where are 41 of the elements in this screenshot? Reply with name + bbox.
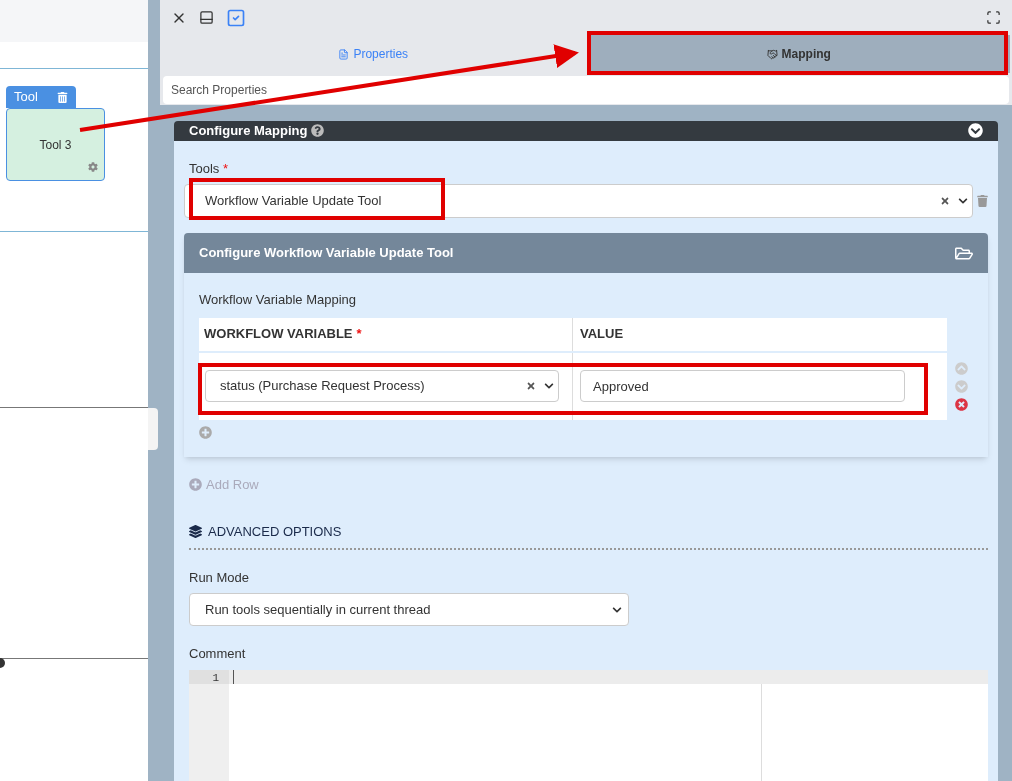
- resize-handle[interactable]: [148, 408, 158, 450]
- layers-icon: [189, 525, 202, 539]
- clear-icon[interactable]: [940, 196, 950, 206]
- section-title: Configure Mapping: [189, 122, 308, 140]
- caret-icon[interactable]: [544, 381, 554, 391]
- delete-icon[interactable]: [955, 397, 968, 411]
- select-value: Run tools sequentially in current thread: [205, 600, 432, 619]
- help-icon[interactable]: [311, 124, 325, 138]
- panel-title: Configure Workflow Variable Update Tool: [199, 244, 455, 263]
- chevron-down-icon[interactable]: [968, 123, 983, 139]
- column-header: WORKFLOW VARIABLE *: [199, 317, 573, 351]
- trash-icon[interactable]: [57, 91, 68, 103]
- table-label: Workflow Variable Mapping: [199, 291, 358, 309]
- field-label: Tools *: [189, 159, 230, 178]
- search-field[interactable]: Search Properties: [163, 76, 1009, 104]
- handshake-icon: [766, 48, 778, 60]
- field-label: Run Mode: [189, 568, 250, 587]
- column-header: VALUE: [579, 325, 625, 344]
- select-value: status (Purchase Request Process): [220, 377, 426, 396]
- caret-icon[interactable]: [958, 196, 968, 206]
- run-mode-select[interactable]: Run tools sequentially in current thread: [189, 593, 629, 626]
- panel-header[interactable]: Configure Workflow Variable Update Tool: [184, 233, 988, 273]
- gear-icon[interactable]: [88, 162, 98, 172]
- caret-icon[interactable]: [612, 604, 622, 615]
- fullscreen-icon[interactable]: [986, 10, 1001, 25]
- node-type-label: Tool: [14, 88, 38, 107]
- add-icon: [189, 477, 202, 491]
- section-header[interactable]: Configure Mapping: [174, 121, 998, 141]
- tools-select[interactable]: Workflow Variable Update Tool: [184, 184, 973, 218]
- field-label: Comment: [189, 645, 247, 663]
- line-number: 1: [189, 669, 229, 684]
- section-heading: ADVANCED OPTIONS: [208, 523, 342, 541]
- checkbox-icon[interactable]: [226, 7, 246, 28]
- variable-select[interactable]: status (Purchase Request Process): [205, 370, 559, 402]
- value-field[interactable]: Approved: [580, 370, 905, 402]
- window-icon[interactable]: [199, 10, 214, 25]
- select-value: Workflow Variable Update Tool: [205, 192, 383, 211]
- document-icon: [338, 48, 350, 60]
- clear-icon[interactable]: [526, 381, 536, 391]
- tool-node[interactable]: Tool 3: [6, 108, 105, 181]
- code-editor[interactable]: 1: [189, 669, 988, 781]
